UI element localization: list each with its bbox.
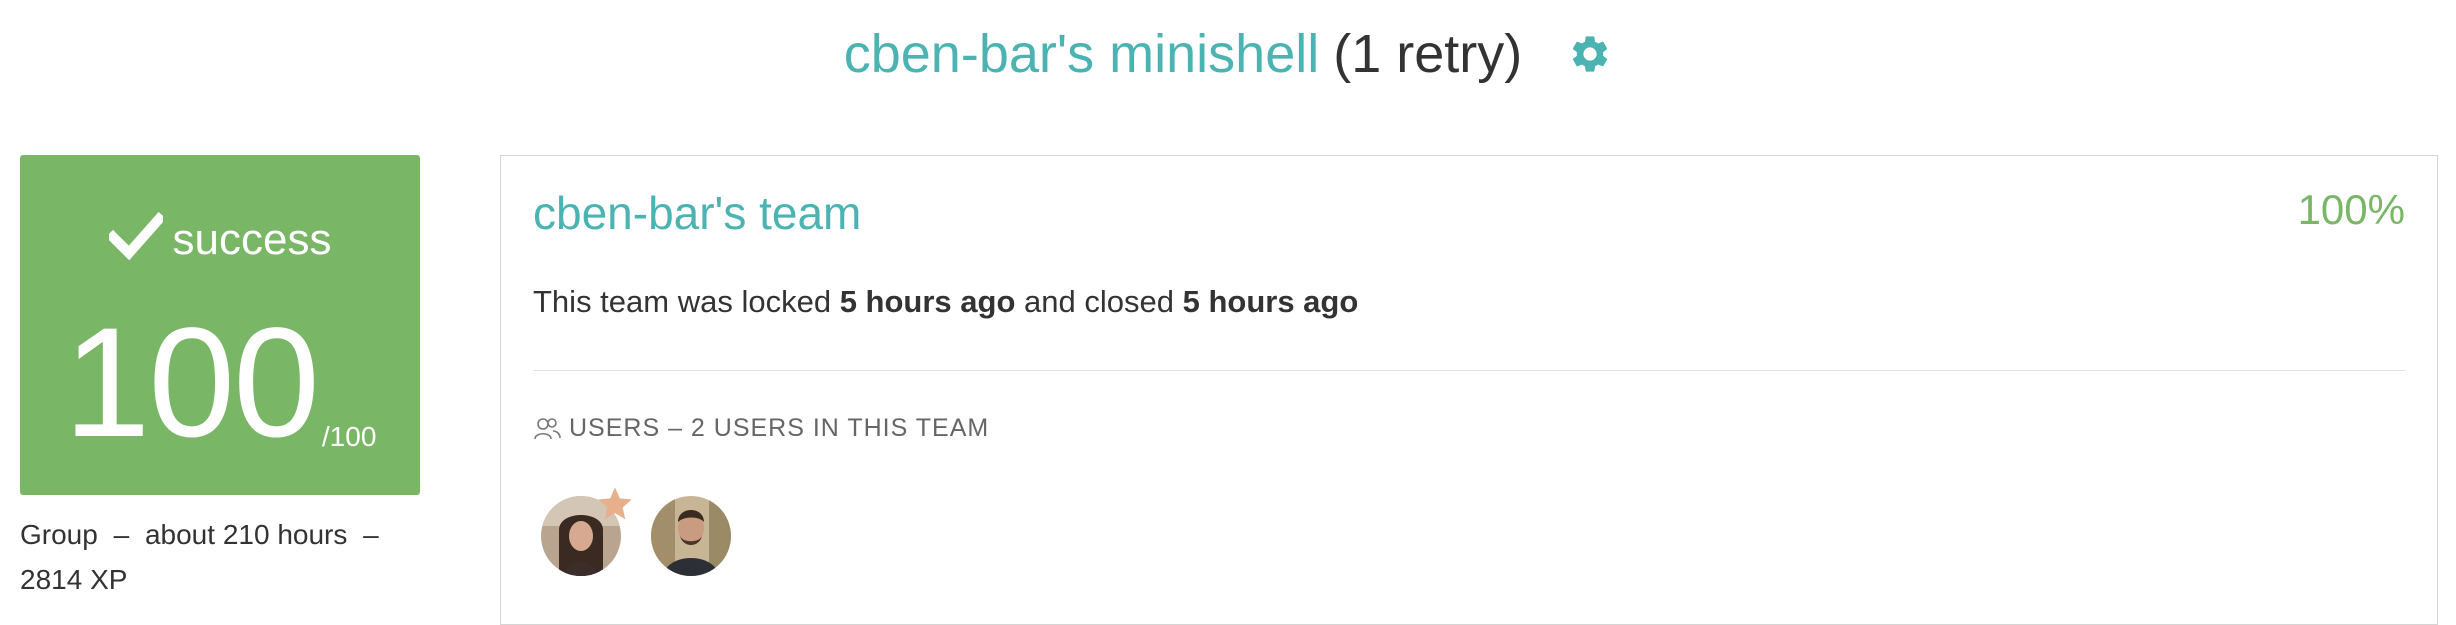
status-middle: and closed [1024, 284, 1174, 319]
team-member [541, 487, 632, 576]
team-panel: cben-bar's team 100% This team was locke… [500, 155, 2438, 625]
check-icon [108, 211, 163, 261]
retry-count: (1 retry) [1333, 24, 1523, 84]
team-member [651, 496, 731, 576]
team-members [541, 487, 761, 576]
users-header: USERS – 2 USERS IN THIS TEAM [533, 414, 989, 443]
team-percent: 100% [2297, 186, 2405, 233]
users-header-label: USERS – 2 USERS IN THIS TEAM [569, 414, 990, 442]
page-header: cben-bar's minishell (1 retry) [0, 18, 2456, 90]
users-icon [534, 417, 561, 439]
team-status: This team was locked 5 hours ago and clo… [533, 284, 1358, 320]
project-duration: about 210 hours [144, 519, 348, 550]
locked-time: 5 hours ago [839, 284, 1016, 319]
grade-score-value: 100 [63, 296, 320, 470]
grade-status-label: success [172, 215, 332, 264]
closed-time: 5 hours ago [1182, 284, 1359, 319]
gear-icon[interactable] [1568, 32, 1612, 76]
project-xp: 2814 XP [20, 564, 128, 595]
project-type: Group [20, 519, 98, 550]
divider [533, 370, 2405, 371]
team-title[interactable]: cben-bar's team [533, 186, 861, 240]
status-prefix: This team was locked [533, 284, 832, 319]
grade-status: success [20, 207, 420, 265]
star-icon [598, 487, 632, 520]
grade-score: 100 /100 [20, 305, 420, 461]
separator: – [363, 519, 379, 550]
project-title[interactable]: cben-bar's minishell [844, 23, 1320, 85]
grade-score-max: /100 [321, 421, 377, 452]
separator: – [113, 519, 130, 550]
project-info: Group – about 210 hours – 2814 XP [20, 512, 420, 602]
grade-box: success 100 /100 [20, 155, 420, 495]
avatar[interactable] [651, 496, 731, 576]
